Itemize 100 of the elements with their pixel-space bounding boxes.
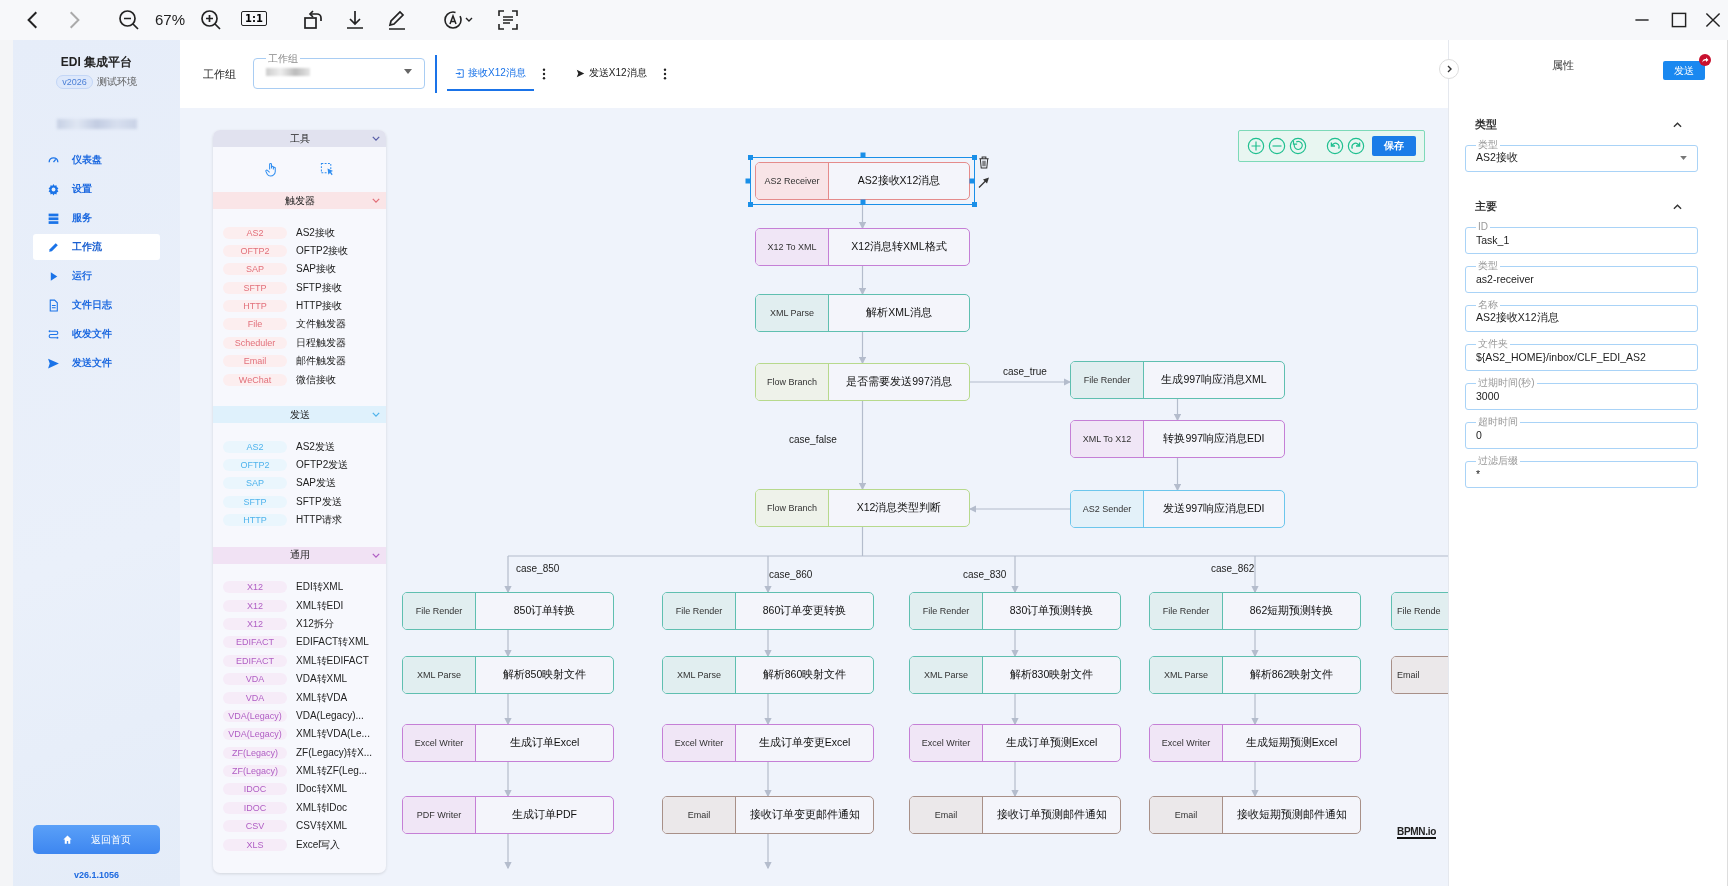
zoom-out-icon[interactable]: [118, 9, 140, 31]
flow-node[interactable]: Flow Branch 是否需要发送997消息: [755, 363, 970, 401]
flow-node[interactable]: AS2 Receiver AS2接收X12消息: [755, 162, 970, 200]
palette-item[interactable]: HTTP HTTP请求: [213, 511, 386, 529]
palette-item[interactable]: Scheduler 日程触发器: [213, 334, 386, 352]
flow-node[interactable]: Flow Branch X12消息类型判断: [755, 489, 970, 527]
edge-label: case_860: [769, 569, 813, 580]
hand-icon[interactable]: [263, 162, 279, 177]
nav-item[interactable]: 收发文件: [33, 321, 160, 347]
more-icon[interactable]: [662, 68, 667, 80]
arrow-icon[interactable]: [978, 176, 990, 189]
save-button[interactable]: 保存: [1372, 136, 1416, 156]
flow-node[interactable]: Email 接收订单预测邮件通知: [909, 796, 1121, 834]
text-field[interactable]: 类型 as2-receiver: [1465, 261, 1698, 293]
flow-node[interactable]: XML Parse 解析830映射文件: [909, 656, 1121, 694]
flow-node[interactable]: Email: [1391, 656, 1448, 694]
flow-node[interactable]: AS2 Sender 发送997响应消息EDI: [1070, 490, 1285, 528]
palette-item[interactable]: SFTP SFTP接收: [213, 279, 386, 297]
flow-tab[interactable]: 接收X12消息: [447, 57, 534, 91]
palette-item[interactable]: X12 EDI转XML: [213, 578, 386, 596]
flow-node[interactable]: Excel Writer 生成订单Excel: [402, 724, 614, 762]
flow-node[interactable]: XML Parse 解析XML消息: [755, 294, 970, 332]
select-field[interactable]: 类型 AS2接收: [1465, 140, 1698, 172]
flow-tab[interactable]: 发送X12消息: [567, 57, 655, 91]
palette-item[interactable]: IDOC XML转IDoc: [213, 799, 386, 817]
palette-item[interactable]: OFTP2 OFTP2接收: [213, 242, 386, 260]
nav-item[interactable]: 文件日志: [33, 292, 160, 318]
palette-item[interactable]: EDIFACT XML转EDIFACT: [213, 652, 386, 670]
palette-item[interactable]: X12 X12拆分: [213, 615, 386, 633]
flow-node[interactable]: File Render 862短期预测转换: [1149, 592, 1361, 630]
flow-node[interactable]: Excel Writer 生成订单变更Excel: [662, 724, 874, 762]
zoom-in-icon[interactable]: [200, 9, 222, 31]
trash-icon[interactable]: [978, 156, 990, 169]
gear-icon: [47, 182, 60, 196]
flow-node[interactable]: Email 接收短期预测邮件通知: [1149, 796, 1361, 834]
text-field[interactable]: 超时时间 0: [1465, 417, 1698, 449]
collapse-button[interactable]: [1439, 59, 1459, 79]
flow-node[interactable]: X12 To XML X12消息转XML格式: [755, 228, 970, 266]
flow-node[interactable]: PDF Writer 生成订单PDF: [402, 796, 614, 834]
palette-item[interactable]: WeChat 微信接收: [213, 371, 386, 389]
actual-size-button[interactable]: 1:1: [241, 11, 267, 26]
nav-item[interactable]: 工作流: [33, 234, 160, 260]
flow-node[interactable]: File Render 830订单预测转换: [909, 592, 1121, 630]
rotate-icon[interactable]: [302, 9, 324, 31]
flow-node[interactable]: XML Parse 解析860映射文件: [662, 656, 874, 694]
palette-item[interactable]: OFTP2 OFTP2发送: [213, 456, 386, 474]
flow-node[interactable]: File Render 生成997响应消息XML: [1070, 361, 1285, 399]
flow-node[interactable]: File Render 850订单转换: [402, 592, 614, 630]
palette-item[interactable]: ZF(Legacy) ZF(Legacy)转X...: [213, 744, 386, 762]
text-field[interactable]: 文件夹 ${AS2_HOME}/inbox/CLF_EDI_AS2: [1465, 339, 1698, 371]
palette-item[interactable]: VDA XML转VDA: [213, 689, 386, 707]
flow-node[interactable]: XML Parse 解析862映射文件: [1149, 656, 1361, 694]
palette-item[interactable]: IDOC IDoc转XML: [213, 781, 386, 798]
palette-item[interactable]: VDA(Legacy) XML转VDA(Le...: [213, 725, 386, 743]
section-header[interactable]: 工具: [213, 130, 386, 147]
text-field[interactable]: 名称 AS2接收X12消息: [1465, 300, 1698, 332]
palette-item[interactable]: CSV CSV转XML: [213, 817, 386, 835]
palette-item[interactable]: ZF(Legacy) XML转ZF(Leg...: [213, 762, 386, 780]
flow-node[interactable]: File Render 860订单变更转换: [662, 592, 874, 630]
pen-icon[interactable]: [386, 9, 408, 31]
nav-item[interactable]: 设置: [33, 176, 160, 202]
send-button[interactable]: 发送: [1663, 61, 1705, 80]
scan-icon[interactable]: [497, 9, 519, 31]
palette-item[interactable]: VDA VDA转XML: [213, 670, 386, 688]
palette-item[interactable]: VDA(Legacy) VDA(Legacy)...: [213, 707, 386, 725]
chevron-up-icon[interactable]: [1673, 122, 1682, 128]
flow-node[interactable]: Excel Writer 生成短期预测Excel: [1149, 724, 1361, 762]
palette-item[interactable]: File 文件触发器: [213, 315, 386, 333]
text-field[interactable]: 过滤后缀 *: [1465, 456, 1698, 488]
download-icon[interactable]: [344, 9, 366, 31]
palette-item[interactable]: AS2 AS2接收: [213, 224, 386, 241]
palette-item[interactable]: SAP SAP接收: [213, 260, 386, 278]
palette-item[interactable]: AS2 AS2发送: [213, 438, 386, 456]
palette-item[interactable]: X12 XML转EDI: [213, 597, 386, 615]
section-header[interactable]: 发送: [213, 406, 386, 424]
nav-item[interactable]: 服务: [33, 205, 160, 231]
nav-item[interactable]: 发送文件: [33, 350, 160, 376]
flow-node[interactable]: File Rende: [1391, 592, 1448, 630]
palette-item[interactable]: SFTP SFTP发送: [213, 493, 386, 511]
section-header[interactable]: 通用: [213, 546, 386, 564]
palette-item[interactable]: XLS Excel写入: [213, 836, 386, 854]
text-field[interactable]: 过期时间(秒) 3000: [1465, 378, 1698, 410]
more-icon[interactable]: [541, 68, 546, 80]
section-header[interactable]: 触发器: [213, 192, 386, 209]
palette-item[interactable]: SAP SAP发送: [213, 474, 386, 492]
nav-item[interactable]: 运行: [33, 263, 160, 289]
palette-item[interactable]: Email 邮件触发器: [213, 352, 386, 370]
chevron-up-icon[interactable]: [1673, 204, 1682, 210]
read-aloud-icon[interactable]: [442, 9, 474, 31]
flow-node[interactable]: XML Parse 解析850映射文件: [402, 656, 614, 694]
flow-node[interactable]: XML To X12 转换997响应消息EDI: [1070, 420, 1285, 458]
flow-node[interactable]: Email 接收订单变更邮件通知: [662, 796, 874, 834]
palette-item[interactable]: HTTP HTTP接收: [213, 297, 386, 315]
palette-item[interactable]: EDIFACT EDIFACT转XML: [213, 633, 386, 651]
flow-node[interactable]: Excel Writer 生成订单预测Excel: [909, 724, 1121, 762]
text-field[interactable]: ID Task_1: [1465, 222, 1698, 254]
node-name: X12消息类型判断: [855, 500, 943, 515]
import-icon: [455, 68, 464, 78]
nav-item[interactable]: 仪表盘: [33, 147, 160, 173]
workgroup-select[interactable]: 工作组: [253, 53, 425, 89]
